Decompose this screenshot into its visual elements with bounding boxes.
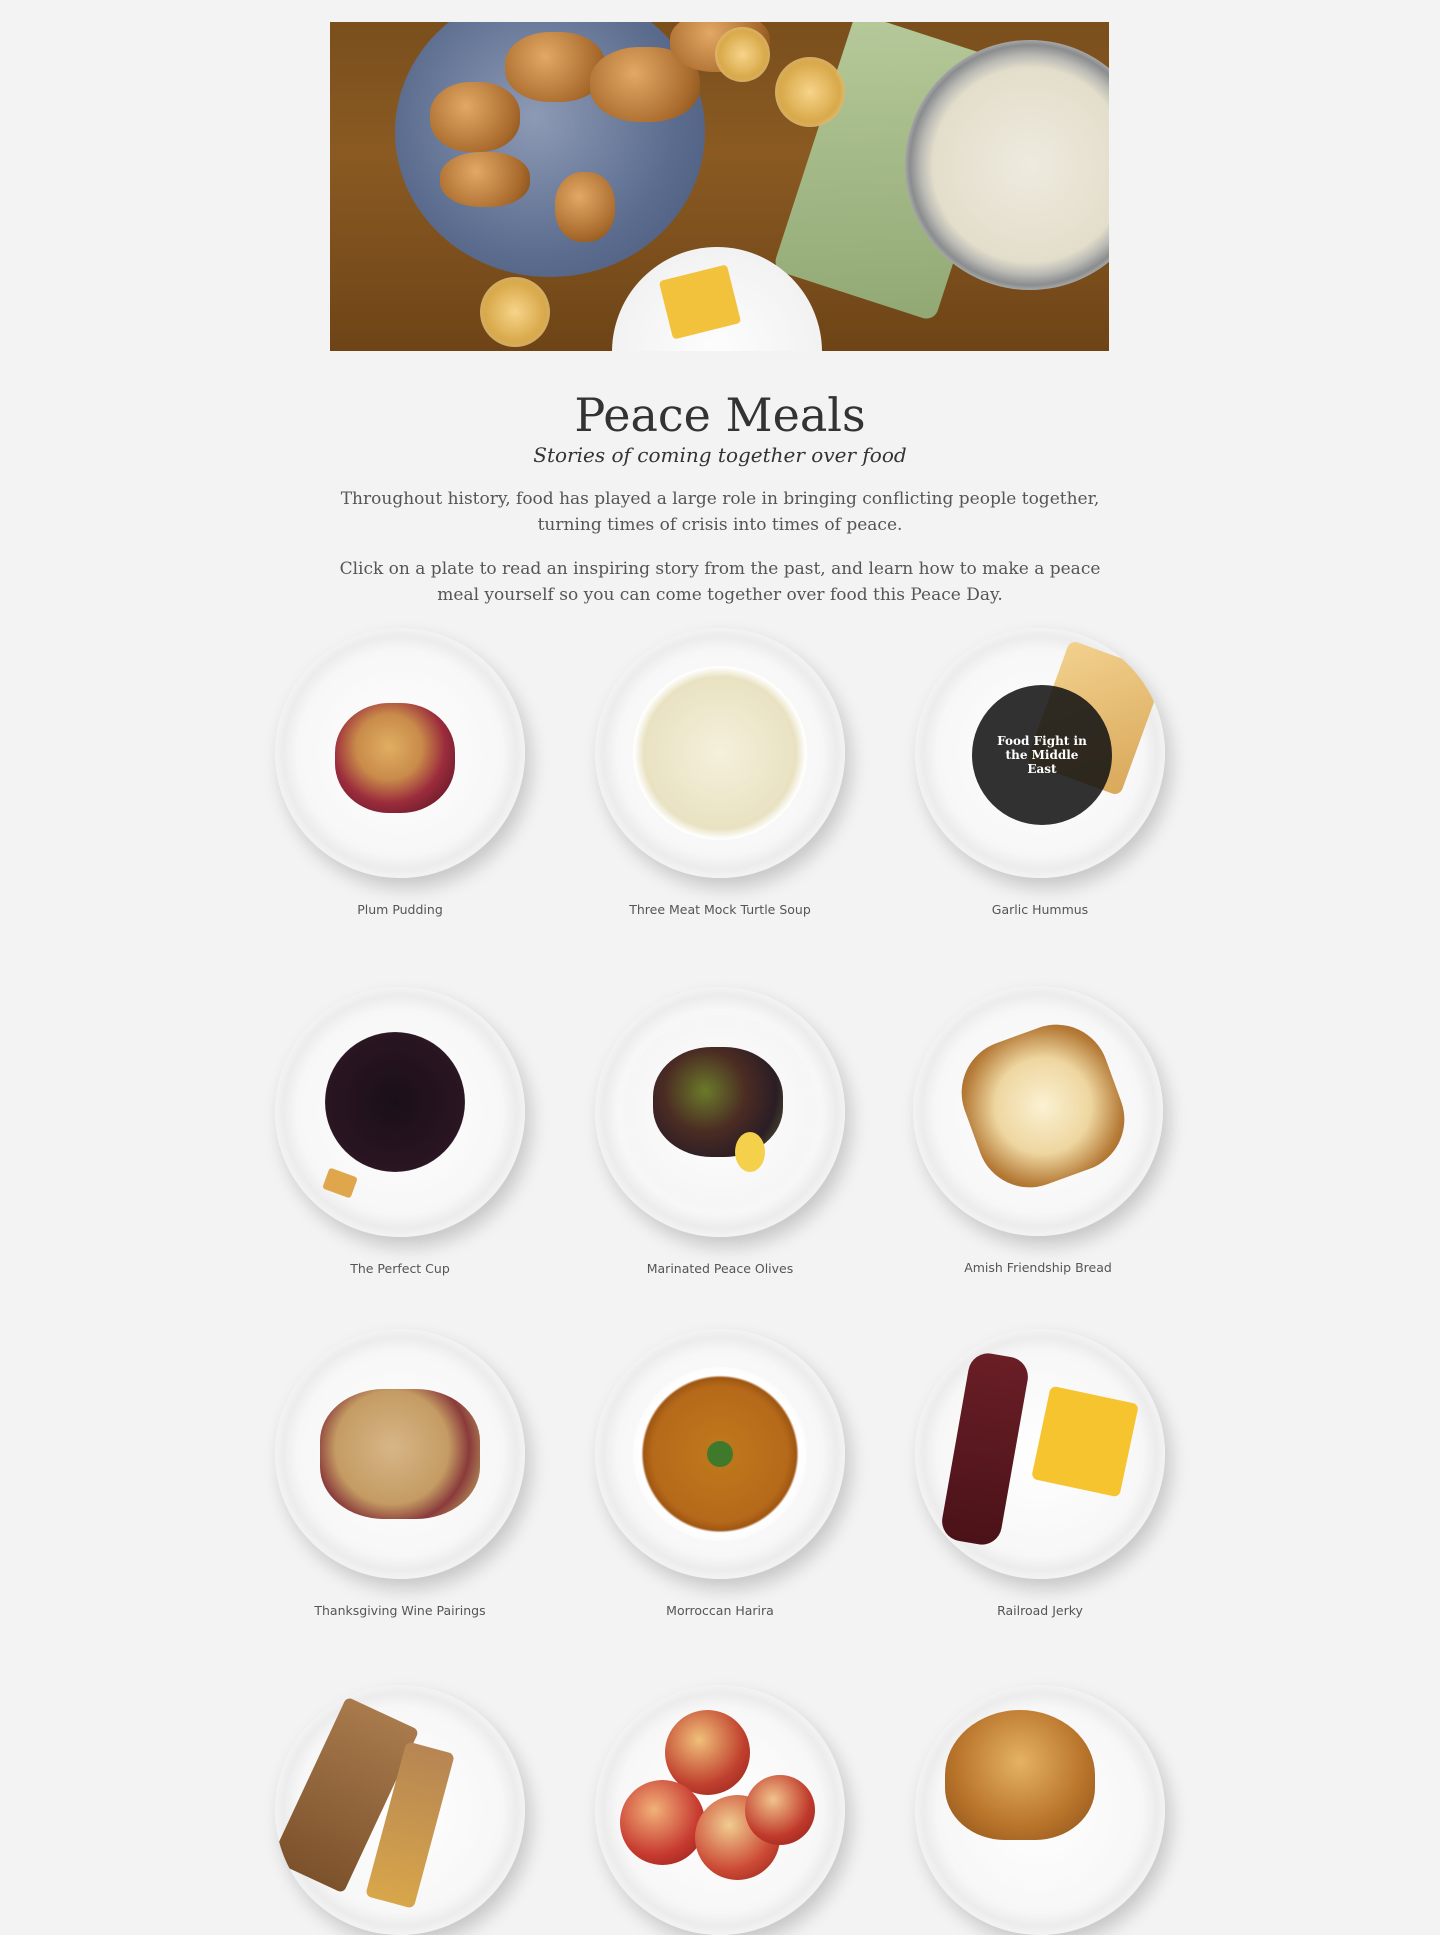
harira-soup-image[interactable] (595, 1329, 845, 1579)
plate-card-turtle-soup[interactable]: Three Meat Mock Turtle Soup (590, 628, 850, 917)
apples-image[interactable] (595, 1685, 845, 1935)
plate-card-friendship-bread[interactable]: Amish Friendship Bread (908, 986, 1168, 1275)
plate-label[interactable]: Three Meat Mock Turtle Soup (590, 902, 850, 917)
wine-corks-image[interactable] (275, 1329, 525, 1579)
plate-label[interactable]: Railroad Jerky (910, 1603, 1170, 1618)
story-hover-overlay[interactable]: Food Fight in the Middle East (972, 685, 1112, 825)
plate-card-croissant[interactable] (910, 1685, 1170, 1935)
plate-card-peace-olives[interactable]: Marinated Peace Olives (590, 987, 850, 1276)
plate-card-harira[interactable]: Morroccan Harira (590, 1329, 850, 1618)
coffee-cup-image[interactable] (275, 987, 525, 1237)
jerky-cornbread-image[interactable] (915, 1329, 1165, 1579)
plate-card-bar-cake[interactable] (270, 1685, 530, 1935)
plate-label[interactable]: Garlic Hummus (910, 902, 1170, 917)
plate-card-garlic-hummus[interactable]: Food Fight in the Middle East Garlic Hum… (910, 628, 1170, 917)
plate-card-apples[interactable] (590, 1685, 850, 1935)
plum-pudding-image[interactable] (275, 628, 525, 878)
turtle-soup-image[interactable] (595, 628, 845, 878)
plate-label[interactable]: Amish Friendship Bread (908, 1260, 1168, 1275)
plate-label[interactable]: Marinated Peace Olives (590, 1261, 850, 1276)
plate-grid: Plum Pudding Three Meat Mock Turtle Soup… (0, 0, 1440, 1935)
friendship-bread-image[interactable] (913, 986, 1163, 1236)
bar-cake-image[interactable] (275, 1685, 525, 1935)
croissant-image[interactable] (915, 1685, 1165, 1935)
plate-label[interactable]: Plum Pudding (270, 902, 530, 917)
plate-card-plum-pudding[interactable]: Plum Pudding (270, 628, 530, 917)
hummus-image[interactable]: Food Fight in the Middle East (915, 628, 1165, 878)
plate-card-wine-pairings[interactable]: Thanksgiving Wine Pairings (270, 1329, 530, 1618)
plate-card-railroad-jerky[interactable]: Railroad Jerky (910, 1329, 1170, 1618)
olives-image[interactable] (595, 987, 845, 1237)
plate-label[interactable]: Morroccan Harira (590, 1603, 850, 1618)
plate-label[interactable]: The Perfect Cup (270, 1261, 530, 1276)
plate-label[interactable]: Thanksgiving Wine Pairings (270, 1603, 530, 1618)
plate-card-perfect-cup[interactable]: The Perfect Cup (270, 987, 530, 1276)
